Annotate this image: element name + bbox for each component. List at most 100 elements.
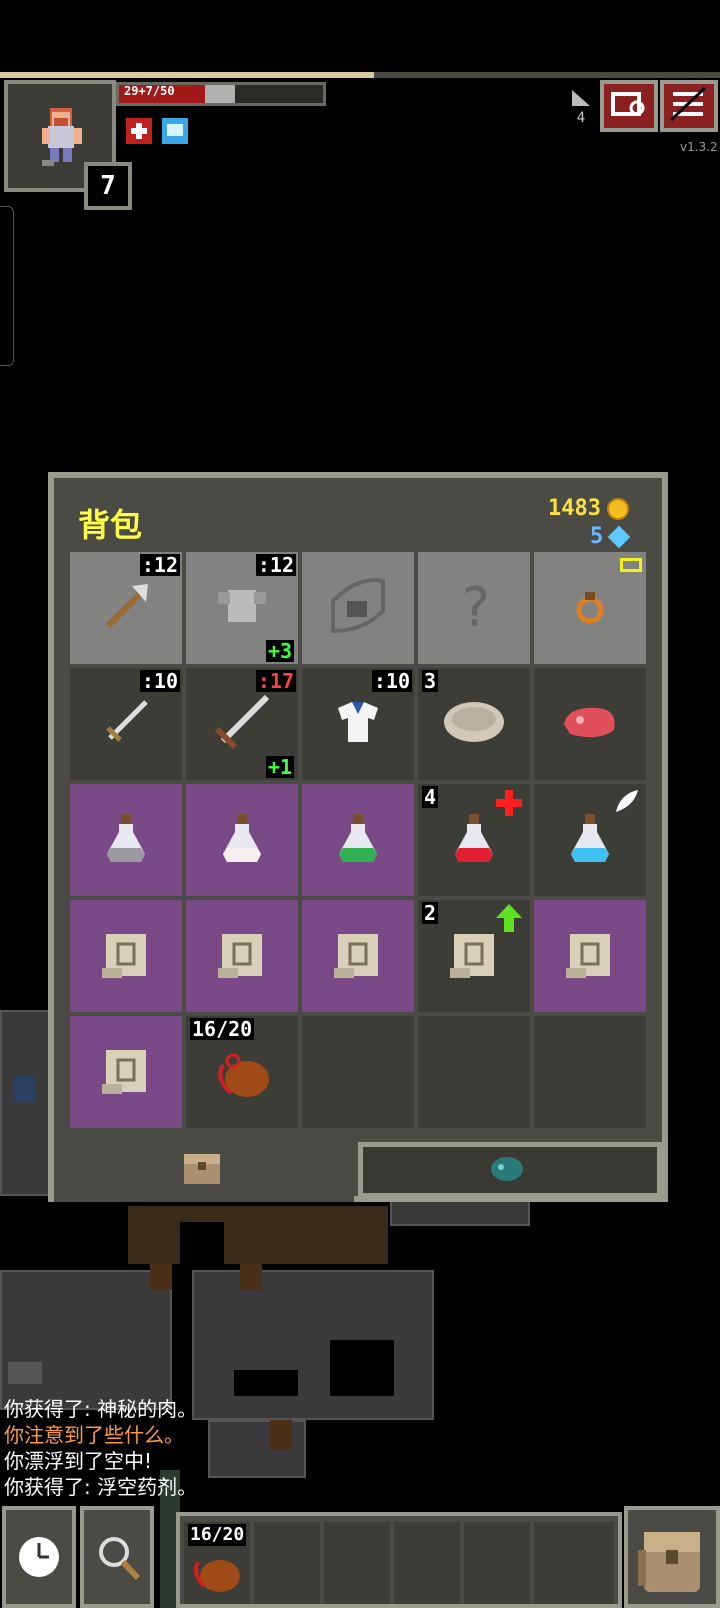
message-log: 你获得了: 神秘的肉。 你注意到了些什么。 你漂浮到了空中! 你获得了: 浮空药… [4,1396,197,1500]
inventory-button[interactable] [624,1506,720,1608]
backpack-icon [184,1154,220,1184]
quickslot[interactable] [324,1522,390,1604]
inventory-slot-chain-armor[interactable]: :12 +3 [186,552,298,664]
svg-text:?: ? [459,576,492,636]
meat-icon [558,700,622,748]
inventory-slot-scroll-5[interactable] [534,900,646,1012]
inventory-slot-scroll-2[interactable] [186,900,298,1012]
quickslot[interactable] [254,1522,320,1604]
feather-icon [614,788,640,818]
inventory-slot-empty-artifact-slot[interactable] [302,552,414,664]
journal-button[interactable] [600,80,658,132]
question-icon: ? [449,576,499,640]
backpack-tab-main[interactable] [180,1148,224,1188]
menu-button[interactable] [660,80,718,132]
inventory-slot-potion-white[interactable] [186,784,298,896]
wait-button[interactable] [2,1506,76,1608]
inventory-slot-axe[interactable]: :12 [70,552,182,664]
item-level: :12 [255,553,296,577]
stone-icon [439,697,509,751]
backpack-title: 背包 [78,506,143,544]
experience-bar-fill [0,72,375,78]
inventory-slot-potion-healing[interactable]: 4 [418,784,530,896]
quickslot-bar: 16/20 [176,1512,622,1608]
inventory-slot-potion-levitation[interactable] [534,784,646,896]
artifact-placeholder-icon [323,571,393,645]
scroll-icon [96,924,156,988]
menu-icon [669,86,707,122]
quickslot[interactable] [464,1522,530,1604]
quickslot[interactable] [534,1522,614,1604]
inventory-slot-empty-2[interactable] [418,1016,530,1128]
item-level: :12 [139,553,180,577]
dungeon-door [270,1420,292,1450]
inventory-slot-empty-misc-slot[interactable]: ? [418,552,530,664]
waterskin-icon [207,1035,277,1109]
scroll-icon [96,1040,156,1104]
item-level: :17 [255,669,296,693]
potion-green-icon [333,808,383,872]
dungeon-pit [234,1370,298,1396]
inventory-slot-sword[interactable]: :17 +1 [186,668,298,780]
log-line: 你获得了: 神秘的肉。 [4,1397,198,1421]
scroll-icon [212,924,272,988]
shirt-icon [328,692,388,756]
stairs-icon [572,90,590,106]
inventory-slot-empty-1[interactable] [302,1016,414,1128]
search-button[interactable] [80,1506,154,1608]
potion-grey-icon [101,808,151,872]
shield-bar-fill [205,85,235,103]
dungeon-door [150,1264,172,1290]
quickslot[interactable] [394,1522,460,1604]
upgrade-arrow-icon [496,904,522,936]
version-label: v1.3.2 [680,140,718,154]
inventory-slot-stone[interactable]: 3 [418,668,530,780]
item-quantity: 16/20 [190,1017,255,1041]
search-icon [99,1537,141,1581]
inventory-slot-potion-green[interactable] [302,784,414,896]
inventory-slot-waterskin[interactable]: 16/20 [186,1016,298,1128]
regen-buff-icon[interactable] [126,118,152,144]
inventory-slot-cloth-armor[interactable]: :10 [302,668,414,780]
ring-icon [570,586,610,630]
log-line: 你漂浮到了空中! [4,1449,153,1473]
inventory-slot-scroll-3[interactable] [302,900,414,1012]
backpack-icon [638,1532,700,1592]
potion-white-icon [217,808,267,872]
item-upgrade-bonus: +3 [265,639,294,663]
item-upgrade-bonus: +1 [265,755,294,779]
inventory-slot-empty-3[interactable] [534,1016,646,1128]
dungeon-grate [14,1076,36,1102]
dungeon-sign [8,1362,42,1384]
item-quantity: 4 [422,785,439,809]
gold-counter: 1483 [548,496,629,521]
dungeon-doorway [180,1222,224,1264]
inventory-slot-potion-grey[interactable] [70,784,182,896]
equipped-marker-icon [620,558,642,572]
healing-cross-icon [496,790,522,820]
inventory-slot-dagger[interactable]: :10 [70,668,182,780]
gold-amount: 1483 [548,496,601,521]
backpack-secondary-tab[interactable] [358,1142,662,1198]
inventory-slot-scroll-1[interactable] [70,900,182,1012]
side-edge-handle[interactable] [0,206,14,366]
scroll-icon [328,924,388,988]
quickslot-quantity: 16/20 [188,1524,247,1546]
inventory-slot-meat[interactable] [534,668,646,780]
levitation-buff-icon[interactable] [162,118,188,144]
inventory-slot-ring[interactable] [534,552,646,664]
inventory-slot-scroll-upgrade[interactable]: 2 [418,900,530,1012]
clock-icon [19,1537,59,1577]
item-level: :10 [139,669,180,693]
armor-icon [212,576,272,640]
gem-icon [607,525,631,548]
item-level: :10 [371,669,412,693]
scroll-icon [444,924,504,988]
quickslot[interactable]: 16/20 [184,1522,250,1604]
inventory-slot-scroll-6[interactable] [70,1016,182,1128]
pouch-icon [491,1157,523,1181]
gold-coin-icon [606,497,629,520]
dungeon-floor-wood [128,1206,388,1264]
dungeon-pit [330,1340,394,1396]
dungeon-wall [192,1270,434,1420]
